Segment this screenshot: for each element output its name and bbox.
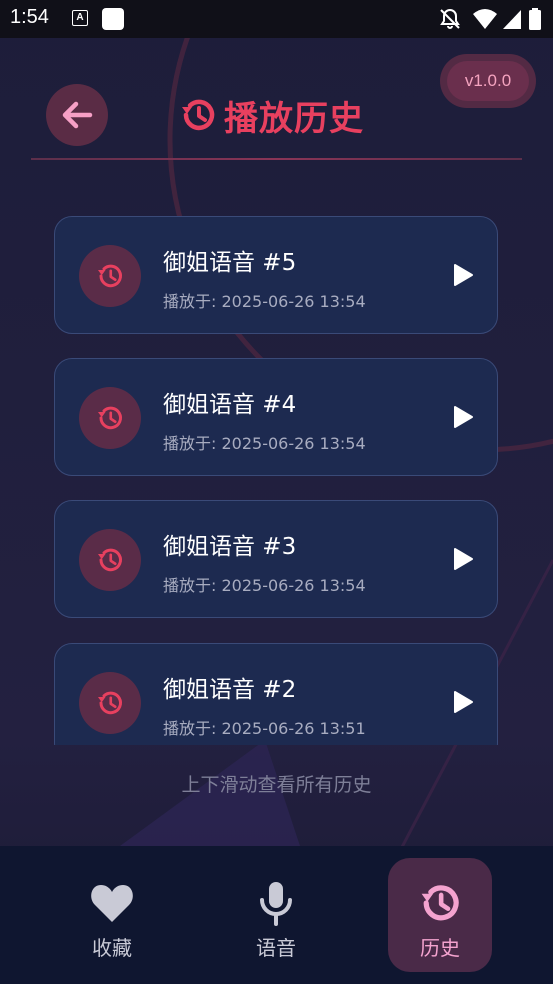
play-icon: [454, 264, 473, 286]
nav-item-voice[interactable]: 语音: [224, 858, 328, 972]
play-button[interactable]: [449, 545, 477, 573]
history-icon: [98, 264, 122, 288]
status-bar: 1:54 A: [0, 0, 553, 38]
arrow-left-icon: [62, 101, 93, 129]
page-header: 播放历史: [178, 92, 364, 139]
history-item-title: 御姐语音 #5: [163, 250, 297, 276]
history-icon: [421, 885, 459, 921]
play-button[interactable]: [449, 688, 477, 716]
history-icon: [182, 99, 215, 131]
status-time: 1:54: [10, 6, 49, 28]
page-title: 播放历史: [224, 98, 364, 139]
history-item-icon: [79, 245, 141, 307]
history-item-icon: [79, 672, 141, 734]
history-item[interactable]: 御姐语音 #4 播放于: 2025-06-26 13:54: [54, 358, 498, 476]
a-notification-icon: A: [72, 10, 88, 26]
battery-icon: [529, 8, 541, 30]
microphone-icon: [260, 882, 292, 926]
history-item-title: 御姐语音 #3: [163, 534, 297, 560]
history-item-time: 播放于: 2025-06-26 13:54: [163, 434, 366, 453]
history-icon: [98, 691, 122, 715]
heart-icon: [91, 885, 133, 922]
history-item[interactable]: 御姐语音 #3 播放于: 2025-06-26 13:54: [54, 500, 498, 618]
wifi-icon: [473, 9, 497, 29]
play-button[interactable]: [449, 403, 477, 431]
history-list[interactable]: 御姐语音 #5 播放于: 2025-06-26 13:54 御姐语音 #4 播放…: [0, 200, 553, 745]
history-item-icon: [79, 387, 141, 449]
history-item[interactable]: 御姐语音 #5 播放于: 2025-06-26 13:54: [54, 216, 498, 334]
play-button[interactable]: [449, 261, 477, 289]
scroll-hint: 上下滑动查看所有历史: [181, 774, 372, 796]
nav-item-favorites[interactable]: 收藏: [60, 858, 164, 972]
history-item-time: 播放于: 2025-06-26 13:54: [163, 576, 366, 595]
bottom-nav: 收藏 语音 历史: [0, 846, 553, 984]
nav-item-history[interactable]: 历史: [388, 858, 492, 972]
play-icon: [454, 691, 473, 713]
nav-label-favorites: 收藏: [92, 936, 132, 960]
history-item[interactable]: 御姐语音 #2 播放于: 2025-06-26 13:51: [54, 643, 498, 745]
header-divider: [31, 158, 522, 160]
play-icon: [454, 548, 473, 570]
history-item-time: 播放于: 2025-06-26 13:51: [163, 719, 366, 738]
version-badge: v1.0.0: [440, 54, 536, 108]
history-icon: [98, 406, 122, 430]
version-label: v1.0.0: [464, 71, 512, 90]
history-item-title: 御姐语音 #4: [163, 392, 297, 418]
signal-icon: [503, 10, 521, 29]
history-item-icon: [79, 529, 141, 591]
history-item-time: 播放于: 2025-06-26 13:54: [163, 292, 366, 311]
app-notification-icon: [102, 8, 124, 30]
back-button[interactable]: [46, 84, 108, 146]
nav-label-history: 历史: [420, 936, 460, 960]
history-icon: [98, 548, 122, 572]
history-item-title: 御姐语音 #2: [163, 677, 297, 703]
play-icon: [454, 406, 473, 428]
do-not-disturb-icon: [440, 8, 460, 29]
nav-label-voice: 语音: [256, 936, 296, 960]
